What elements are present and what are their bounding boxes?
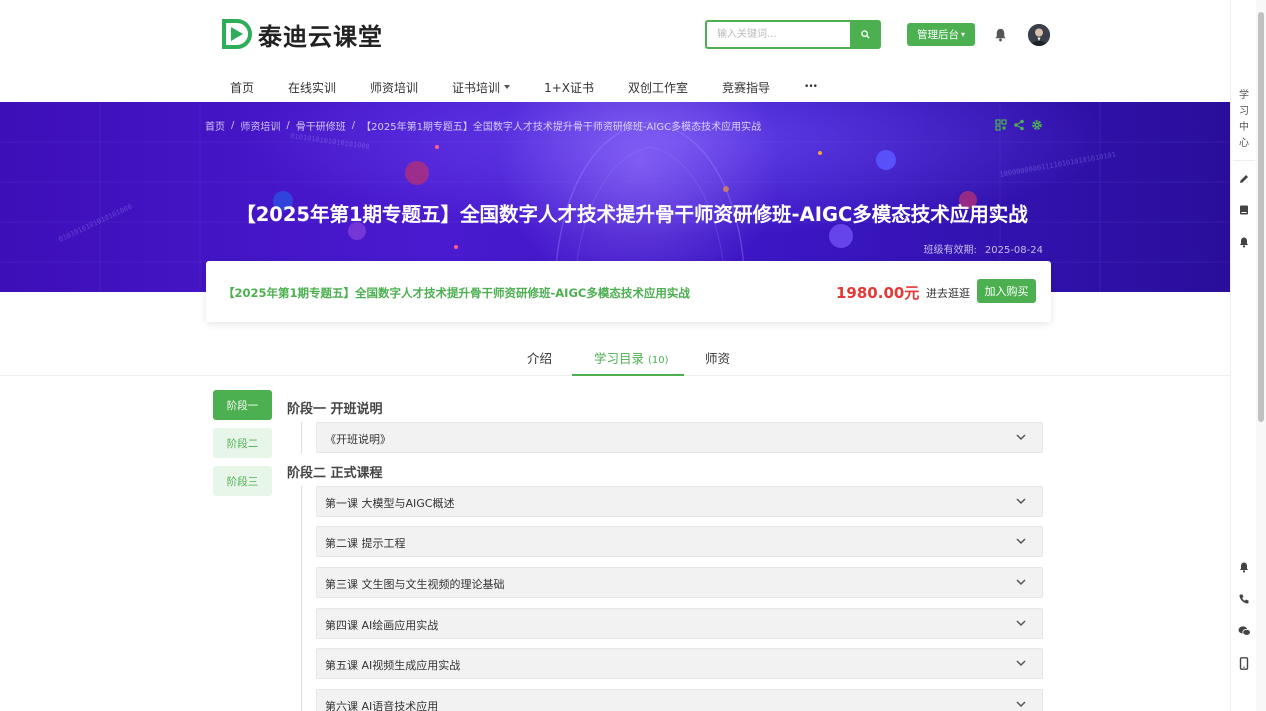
site-header: 泰迪云课堂 管理后台 ▾ 首页 在线实训 师资培训 证书培训 xyxy=(0,0,1230,102)
lesson-item[interactable]: 第三课 文生图与文生视频的理论基础 xyxy=(316,567,1043,598)
breadcrumb-separator: / xyxy=(351,120,356,131)
phone-icon[interactable] xyxy=(1237,592,1251,606)
search-button[interactable] xyxy=(850,20,881,49)
logo-play-icon xyxy=(222,19,253,49)
tab-introduction[interactable]: 介绍 xyxy=(527,348,552,367)
lesson-title: 第三课 文生图与文生视频的理论基础 xyxy=(325,578,505,591)
chevron-down-icon xyxy=(1016,701,1026,708)
section-timeline xyxy=(301,422,302,454)
search-input[interactable] xyxy=(705,20,850,49)
bell-icon[interactable] xyxy=(993,27,1008,42)
banner-toolbar xyxy=(995,119,1043,131)
caret-down-icon xyxy=(504,85,511,89)
share-icon[interactable] xyxy=(1013,119,1025,131)
section-heading: 阶段二 正式课程 xyxy=(287,466,383,481)
search-icon xyxy=(861,30,870,39)
visit-link[interactable]: 进去逛逛 xyxy=(926,285,970,301)
right-floating-sidebar: 学习中心 xyxy=(1230,0,1256,711)
breadcrumb: 首页 / 师资培训 / 骨干研修班 / 【2025年第1期专题五】全国数字人才技… xyxy=(205,118,761,133)
notification-icon[interactable] xyxy=(1237,560,1251,574)
lesson-title: 《开班说明》 xyxy=(325,433,391,446)
site-logo[interactable]: 泰迪云课堂 xyxy=(222,18,383,51)
lesson-title: 第二课 提示工程 xyxy=(325,537,406,550)
nav-item-1x-certificate[interactable]: 1+X证书 xyxy=(544,79,594,96)
purchase-course-title: 【2025年第1期专题五】全国数字人才技术提升骨干师资研修班-AIGC多模态技术… xyxy=(223,286,690,300)
stage-nav-3[interactable]: 阶段三 xyxy=(213,466,272,496)
stage-nav-1[interactable]: 阶段一 xyxy=(213,390,272,420)
admin-dashboard-button[interactable]: 管理后台 ▾ xyxy=(907,23,975,46)
stage-nav-2[interactable]: 阶段二 xyxy=(213,428,272,458)
brand-name: 泰迪云课堂 xyxy=(258,22,383,51)
user-avatar[interactable] xyxy=(1028,24,1050,46)
breadcrumb-current: 【2025年第1期专题五】全国数字人才技术提升骨干师资研修班-AIGC多模态技术… xyxy=(361,122,762,133)
nav-item-home[interactable]: 首页 xyxy=(230,79,254,96)
svg-text:1000000000111101010101010101: 1000000000111101010101010101 xyxy=(999,151,1117,179)
lesson-item[interactable]: 第二课 提示工程 xyxy=(316,526,1043,557)
main-nav: 首页 在线实训 师资培训 证书培训 1+X证书 双创工作室 竞赛指导 ••• xyxy=(230,76,851,98)
lesson-title: 第五课 AI视频生成应用实战 xyxy=(325,659,461,672)
lesson-item[interactable]: 第五课 AI视频生成应用实战 xyxy=(316,648,1043,679)
pencil-icon[interactable] xyxy=(1237,172,1251,186)
search-bar xyxy=(705,20,881,49)
add-to-cart-button[interactable]: 加入购买 xyxy=(977,279,1036,303)
gear-icon[interactable] xyxy=(1031,119,1043,131)
chevron-down-icon: ▾ xyxy=(960,30,965,39)
nav-item-certificate-training[interactable]: 证书培训 xyxy=(452,79,511,96)
breadcrumb-backbone-class[interactable]: 骨干研修班 xyxy=(296,118,346,133)
learning-center-link[interactable]: 学习中心 xyxy=(1237,88,1251,152)
qr-code-icon[interactable] xyxy=(995,119,1007,131)
course-title: 【2025年第1期专题五】全国数字人才技术提升骨干师资研修班-AIGC多模态技术… xyxy=(236,203,1028,226)
lesson-item[interactable]: 第六课 AI语音技术应用 xyxy=(316,689,1043,711)
lesson-item[interactable]: 第一课 大模型与AIGC概述 xyxy=(316,486,1043,517)
nav-item-more[interactable]: ••• xyxy=(804,82,818,92)
nav-item-teacher-training[interactable]: 师资培训 xyxy=(370,79,418,96)
sidebar-divider xyxy=(1233,160,1255,161)
page-scrollbar[interactable] xyxy=(1256,0,1266,711)
lesson-item[interactable]: 第四课 AI绘画应用实战 xyxy=(316,608,1043,639)
chevron-down-icon xyxy=(1016,660,1026,667)
validity-label: 班级有效期: xyxy=(923,245,977,256)
tab-teachers[interactable]: 师资 xyxy=(705,348,730,367)
lesson-item[interactable]: 《开班说明》 xyxy=(316,422,1043,453)
book-icon[interactable] xyxy=(1237,203,1251,217)
tab-count-badge: (10) xyxy=(648,355,669,366)
validity-date: 2025-08-24 xyxy=(984,245,1043,256)
svg-text:0101010101010101000: 0101010101010101000 xyxy=(290,132,370,151)
lesson-title: 第四课 AI绘画应用实战 xyxy=(325,619,439,632)
nav-item-innovation-studio[interactable]: 双创工作室 xyxy=(628,79,688,96)
tab-catalog[interactable]: 学习目录 (10) xyxy=(594,348,669,367)
class-validity: 班级有效期: 2025-08-24 xyxy=(924,241,1044,256)
nav-item-competition-guidance[interactable]: 竞赛指导 xyxy=(722,79,770,96)
course-tabs: 介绍 学习目录 (10) 师资 xyxy=(0,338,1230,376)
nav-item-online-training[interactable]: 在线实训 xyxy=(288,79,336,96)
chevron-down-icon xyxy=(1016,579,1026,586)
breadcrumb-home[interactable]: 首页 xyxy=(205,118,225,133)
chevron-down-icon xyxy=(1016,434,1026,441)
chevron-down-icon xyxy=(1016,498,1026,505)
chevron-down-icon xyxy=(1016,620,1026,627)
breadcrumb-separator: / xyxy=(231,120,235,131)
bell-icon[interactable] xyxy=(1237,235,1251,249)
section-heading: 阶段一 开班说明 xyxy=(287,402,383,417)
purchase-card: 【2025年第1期专题五】全国数字人才技术提升骨干师资研修班-AIGC多模态技术… xyxy=(206,261,1051,322)
scrollbar-thumb[interactable] xyxy=(1258,12,1264,422)
breadcrumb-separator: / xyxy=(286,120,290,131)
lesson-title: 第六课 AI语音技术应用 xyxy=(325,700,439,711)
mobile-icon[interactable] xyxy=(1237,656,1251,670)
lesson-title: 第一课 大模型与AIGC概述 xyxy=(325,497,455,510)
course-price: 1980.00元 xyxy=(836,284,920,302)
active-tab-indicator xyxy=(572,374,684,376)
admin-label: 管理后台 xyxy=(916,29,959,41)
chevron-down-icon xyxy=(1016,538,1026,545)
wechat-icon[interactable] xyxy=(1237,624,1251,638)
section-timeline xyxy=(301,486,302,711)
breadcrumb-teacher-training[interactable]: 师资培训 xyxy=(240,118,280,133)
